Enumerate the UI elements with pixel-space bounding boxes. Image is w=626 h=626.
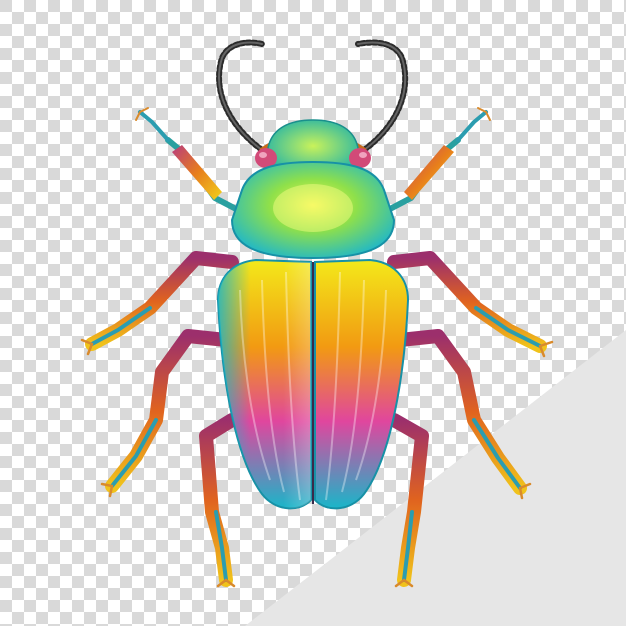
beetle-illustration [0,0,626,626]
beetle-pronotum [230,160,396,260]
image-canvas [0,0,626,626]
